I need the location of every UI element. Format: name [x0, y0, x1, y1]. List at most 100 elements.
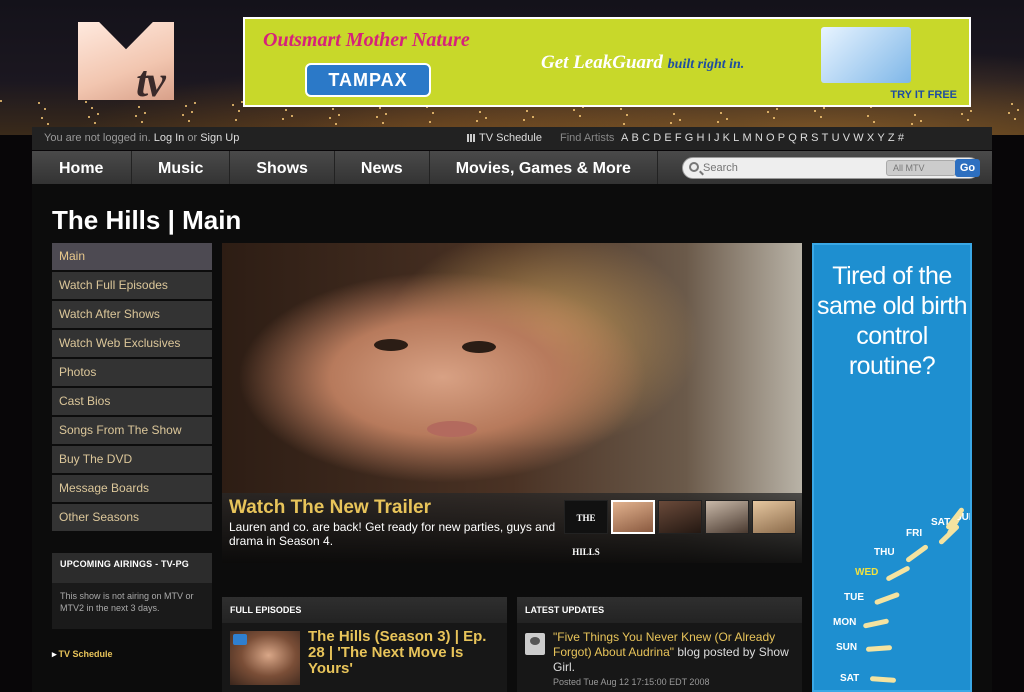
tv-schedule-link[interactable]: TV Schedule — [467, 127, 542, 150]
hero-thumb-logo[interactable]: THE HILLS — [564, 500, 608, 557]
artist-letter-link[interactable]: A — [621, 132, 628, 144]
artist-letter-link[interactable]: F — [675, 132, 682, 144]
episode-thumbnail[interactable] — [230, 631, 300, 685]
artist-letter-link[interactable]: J — [714, 132, 720, 144]
sign-up-link[interactable]: Sign Up — [200, 132, 239, 144]
city-light — [332, 108, 334, 110]
city-light — [670, 122, 672, 124]
city-light — [823, 107, 825, 109]
city-light — [1014, 118, 1016, 120]
sidebar-item-songs[interactable]: Songs From The Show — [52, 417, 212, 444]
banner-ad[interactable]: Outsmart Mother Nature TAMPAX Get LeakGu… — [243, 17, 971, 107]
grid-icon — [467, 134, 476, 143]
artist-letter-link[interactable]: X — [867, 132, 874, 144]
upcoming-airings-text: This show is not airing on MTV or MTV2 i… — [60, 591, 194, 613]
artist-letter-link[interactable]: W — [853, 132, 863, 144]
artist-letter-link[interactable]: I — [708, 132, 711, 144]
artist-letter-link[interactable]: U — [832, 132, 840, 144]
swimmer-graphic — [885, 565, 911, 582]
city-light — [194, 102, 196, 104]
artist-letter-link[interactable]: D — [653, 132, 661, 144]
sidebar-tv-schedule-link[interactable]: TV Schedule — [52, 649, 113, 660]
nav-home[interactable]: Home — [32, 151, 132, 184]
artist-letter-link[interactable]: B — [632, 132, 639, 144]
swimmer-graphic — [865, 645, 893, 652]
banner-ad-tagline-suffix: built right in. — [667, 57, 745, 72]
sidebar-item-main[interactable]: Main — [52, 243, 212, 270]
upcoming-airings-box: UPCOMING AIRINGS - TV-PG This show is no… — [52, 553, 212, 629]
artist-letter-link[interactable]: V — [843, 132, 850, 144]
artist-letter-link[interactable]: T — [822, 132, 829, 144]
city-light — [94, 122, 96, 124]
hero-lips — [427, 421, 477, 437]
full-episodes-header: FULL EPISODES — [222, 597, 507, 623]
swimmer-graphic — [862, 618, 890, 629]
artist-letter-link[interactable]: S — [811, 132, 818, 144]
city-light — [91, 107, 93, 109]
city-light — [767, 111, 769, 113]
sidebar-item-photos[interactable]: Photos — [52, 359, 212, 386]
banner-ad-tagline-main: Get LeakGuard — [541, 52, 663, 73]
city-light — [1011, 103, 1013, 105]
artist-letter-link[interactable]: # — [898, 132, 904, 144]
hero-title[interactable]: Watch The New Trailer — [229, 497, 431, 519]
not-logged-in-text: You are not logged in. — [44, 132, 151, 144]
or-text: or — [187, 132, 198, 144]
artist-letter-link[interactable]: G — [685, 132, 694, 144]
side-ad-day-label: MON — [833, 617, 857, 628]
hero-eye-left — [374, 339, 408, 351]
nav-music[interactable]: Music — [132, 151, 231, 184]
city-light — [285, 109, 287, 111]
artist-letter-link[interactable]: L — [733, 132, 739, 144]
banner-ad-cta[interactable]: TRY IT FREE — [890, 89, 957, 101]
hero-thumb-selected[interactable] — [611, 500, 655, 534]
city-light — [776, 108, 778, 110]
city-light — [773, 117, 775, 119]
sidebar-item-buy-dvd[interactable]: Buy The DVD — [52, 446, 212, 473]
episode-title-link[interactable]: The Hills (Season 3) | Ep. 28 | 'The Nex… — [308, 629, 504, 677]
sidebar-item-watch-full-episodes[interactable]: Watch Full Episodes — [52, 272, 212, 299]
search-input[interactable] — [703, 160, 883, 176]
mtv-logo[interactable]: tv — [78, 22, 194, 106]
artist-letter-link[interactable]: H — [697, 132, 705, 144]
search-go-button[interactable]: Go — [955, 159, 980, 177]
search-scope-select[interactable]: All MTV — [886, 160, 956, 176]
city-light — [335, 123, 337, 125]
log-in-link[interactable]: Log In — [154, 132, 185, 144]
hero-thumbnails: THE HILLS — [564, 500, 796, 557]
hero-video[interactable]: Watch The New Trailer Lauren and co. are… — [222, 243, 802, 563]
artist-letter-link[interactable]: C — [642, 132, 650, 144]
artist-letter-link[interactable]: O — [766, 132, 775, 144]
city-light — [191, 111, 193, 113]
artist-letter-link[interactable]: E — [664, 132, 671, 144]
artist-letter-link[interactable]: M — [742, 132, 751, 144]
artist-letter-link[interactable]: N — [755, 132, 763, 144]
city-light — [717, 121, 719, 123]
nav-shows[interactable]: Shows — [230, 151, 335, 184]
artist-letter-link[interactable]: Z — [888, 132, 895, 144]
city-light — [182, 114, 184, 116]
side-ad-day-label: WED — [855, 567, 879, 578]
city-light — [41, 117, 43, 119]
side-ad-headline: Tired of the same old birth control rout… — [816, 262, 968, 380]
hero-thumb[interactable] — [705, 500, 749, 534]
city-light — [379, 107, 381, 109]
side-ad[interactable]: Tired of the same old birth control rout… — [812, 243, 972, 692]
city-light — [144, 112, 146, 114]
side-ad-day-label: SUN — [836, 642, 858, 653]
sidebar-item-cast-bios[interactable]: Cast Bios — [52, 388, 212, 415]
artist-letter-link[interactable]: R — [800, 132, 808, 144]
artist-letter-link[interactable]: Q — [788, 132, 797, 144]
sidebar-item-other-seasons[interactable]: Other Seasons — [52, 504, 212, 531]
sidebar-item-watch-after-shows[interactable]: Watch After Shows — [52, 301, 212, 328]
sidebar-item-watch-web-exclusives[interactable]: Watch Web Exclusives — [52, 330, 212, 357]
hero-thumb[interactable] — [752, 500, 796, 534]
nav-movies-games-more[interactable]: Movies, Games & More — [430, 151, 658, 184]
artist-letter-link[interactable]: P — [778, 132, 785, 144]
sidebar-item-message-boards[interactable]: Message Boards — [52, 475, 212, 502]
city-light — [429, 121, 431, 123]
artist-letter-link[interactable]: Y — [877, 132, 884, 144]
nav-news[interactable]: News — [335, 151, 430, 184]
artist-letter-link[interactable]: K — [723, 132, 730, 144]
hero-thumb[interactable] — [658, 500, 702, 534]
